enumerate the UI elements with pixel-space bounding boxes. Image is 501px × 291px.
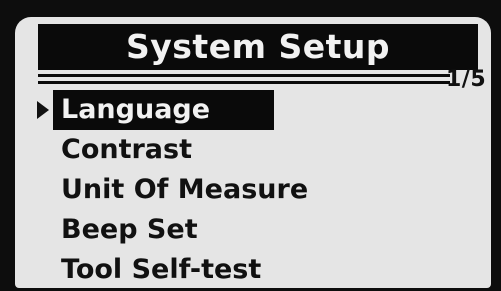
menu-item-tool-self-test[interactable]: Tool Self-test — [55, 250, 267, 288]
menu-item-label: Unit Of Measure — [61, 174, 309, 205]
menu-item-beep-set[interactable]: Beep Set — [55, 210, 204, 250]
lcd-screen: System Setup 1/5 Language Contrast Unit … — [15, 17, 491, 288]
menu-item-contrast[interactable]: Contrast — [55, 130, 198, 170]
menu-item-label: Language — [61, 94, 211, 125]
menu-item-label: Tool Self-test — [61, 254, 262, 285]
triangle-right-icon — [37, 101, 49, 119]
setup-menu: Language Contrast Unit Of Measure Beep S… — [15, 17, 491, 288]
menu-item-unit-of-measure[interactable]: Unit Of Measure — [55, 170, 314, 210]
menu-item-label: Contrast — [61, 134, 193, 165]
device-bezel: System Setup 1/5 Language Contrast Unit … — [0, 0, 501, 291]
menu-item-label: Beep Set — [61, 214, 198, 245]
menu-item-language[interactable]: Language — [53, 90, 274, 130]
